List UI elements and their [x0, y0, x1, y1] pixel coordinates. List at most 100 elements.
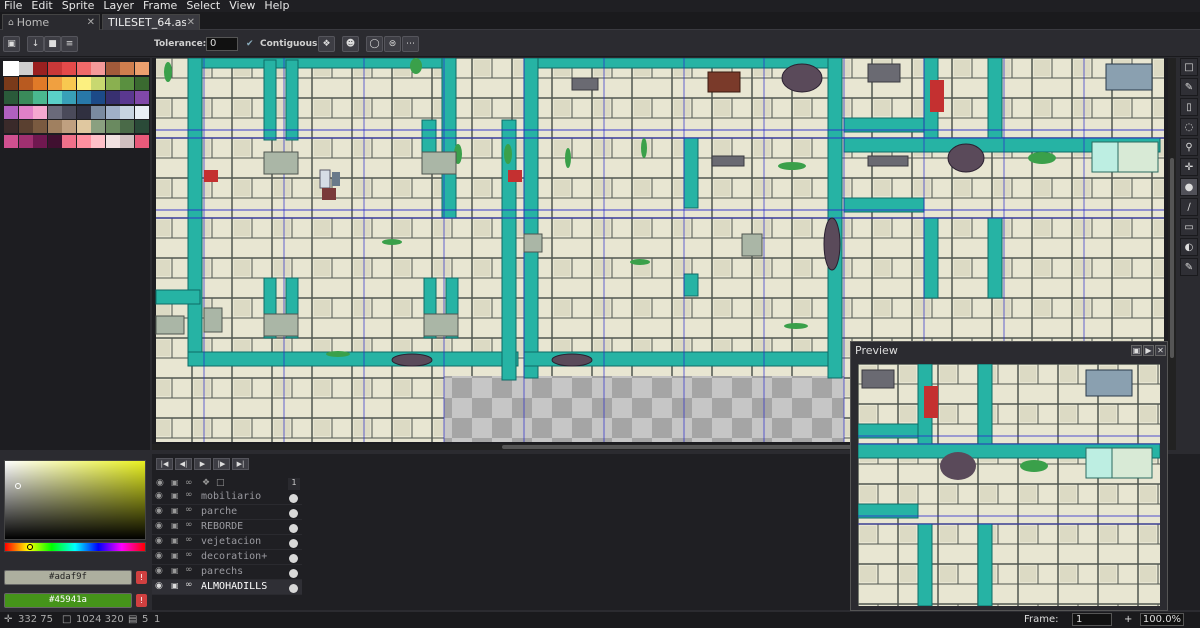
menu-frame[interactable]: Frame — [139, 0, 182, 12]
cel[interactable] — [289, 509, 298, 518]
layer-row[interactable]: ◉ ▣ ∞ decoration+ — [152, 550, 302, 565]
zoom-icon[interactable]: ⚲ — [1180, 138, 1198, 156]
palette-swatch[interactable] — [91, 62, 105, 75]
palette-swatch[interactable] — [134, 91, 149, 104]
next-frame-icon[interactable]: |▶ — [213, 458, 230, 470]
palette-swatch[interactable] — [4, 76, 18, 90]
palette-swatch[interactable] — [76, 120, 91, 133]
layer-row-active[interactable]: ◉ ▣ ∞ ALMOHADILLS — [152, 580, 302, 595]
palette-swatch[interactable] — [120, 120, 134, 133]
palette-swatch[interactable] — [62, 105, 76, 119]
pencil-icon[interactable]: ✎ — [1180, 78, 1198, 96]
menu-sprite[interactable]: Sprite — [58, 0, 100, 12]
palette-swatch[interactable] — [134, 62, 149, 75]
cel[interactable] — [289, 524, 298, 533]
link-icon[interactable]: ∞ — [185, 490, 193, 500]
frame-input[interactable]: 1 — [1072, 613, 1112, 626]
menu-icon[interactable]: ≡ — [61, 36, 78, 52]
eye-icon[interactable]: ◉ — [155, 536, 163, 546]
palette-swatch[interactable] — [33, 76, 47, 90]
cel[interactable] — [289, 569, 298, 578]
palette-swatch[interactable] — [4, 105, 18, 119]
rectangle-icon[interactable]: ▭ — [1180, 218, 1198, 236]
palette-swatch[interactable] — [134, 76, 149, 90]
palette-swatch[interactable] — [105, 120, 120, 133]
menu-select[interactable]: Select — [182, 0, 225, 12]
first-frame-icon[interactable]: |◀ — [156, 458, 173, 470]
paint-bucket-icon[interactable]: ● — [1180, 178, 1198, 196]
palette-swatch[interactable] — [33, 120, 47, 133]
menu-edit[interactable]: Edit — [27, 0, 57, 12]
palette-swatch[interactable] — [76, 76, 91, 90]
palette-swatch[interactable] — [33, 134, 47, 148]
lock-icon[interactable]: ▣ — [171, 566, 179, 575]
palette-swatch[interactable] — [62, 120, 76, 133]
frame-header[interactable]: 1 — [288, 478, 300, 490]
close-icon[interactable]: ✕ — [1155, 345, 1166, 356]
cel[interactable] — [289, 494, 298, 503]
eye-icon[interactable]: ◉ — [156, 478, 164, 488]
eye-icon[interactable]: ◉ — [155, 581, 163, 591]
close-icon[interactable]: ✕ — [87, 17, 95, 28]
lock-icon[interactable]: ▣ — [171, 506, 179, 515]
palette-swatch[interactable] — [4, 134, 18, 148]
mode-icon[interactable]: ▣ — [1131, 345, 1142, 356]
link-icon[interactable]: ∞ — [185, 520, 193, 530]
zoom-in-icon[interactable]: + — [1124, 614, 1132, 625]
color-spectrum[interactable] — [4, 460, 146, 540]
cel[interactable] — [289, 539, 298, 548]
eraser-icon[interactable]: ▯ — [1180, 98, 1198, 116]
palette-swatch[interactable] — [4, 91, 18, 104]
palette-swatch[interactable] — [18, 91, 33, 104]
palette-swatch[interactable] — [105, 62, 120, 75]
hue-slider[interactable] — [4, 542, 146, 552]
eye-icon[interactable]: ◉ — [155, 491, 163, 501]
palette-swatch[interactable] — [47, 105, 62, 119]
marquee-icon[interactable]: □ — [1180, 58, 1198, 76]
palette-swatch[interactable] — [47, 120, 62, 133]
palette-swatch[interactable] — [62, 134, 76, 148]
palette-swatch[interactable] — [18, 105, 33, 119]
prev-frame-icon[interactable]: ◀| — [175, 458, 192, 470]
tab-tileset[interactable]: TILESET_64.ase ✕ — [102, 14, 200, 30]
palette-swatch[interactable] — [18, 62, 33, 75]
layer-row[interactable]: ◉ ▣ ∞ mobiliario — [152, 490, 302, 505]
palette-swatch[interactable] — [105, 105, 120, 119]
palette-swatch[interactable] — [62, 62, 76, 75]
more-icon[interactable]: ⋯ — [402, 36, 419, 52]
layer-row[interactable]: ◉ ▣ ∞ parche — [152, 505, 302, 520]
last-frame-icon[interactable]: ▶| — [232, 458, 249, 470]
palette-swatch[interactable] — [120, 105, 134, 119]
palette-swatch[interactable] — [62, 91, 76, 104]
palette-swatch[interactable] — [91, 120, 105, 133]
palette-swatch[interactable] — [76, 105, 91, 119]
layer-row[interactable]: ◉ ▣ ∞ vejetacion — [152, 535, 302, 550]
link-icon[interactable]: ∞ — [185, 565, 193, 575]
layer-row[interactable]: ◉ ▣ ∞ REBORDE — [152, 520, 302, 535]
lock-icon[interactable]: ▣ — [171, 536, 179, 545]
link-icon[interactable]: ∞ — [185, 478, 193, 488]
warning-icon[interactable]: ! — [136, 594, 147, 607]
cel[interactable] — [289, 554, 298, 563]
palette-swatch[interactable] — [76, 91, 91, 104]
palette-swatch[interactable] — [120, 62, 134, 75]
arrow-down-icon[interactable]: ↓ — [27, 36, 44, 52]
lock-icon[interactable]: ▣ — [171, 491, 179, 500]
eye-icon[interactable]: ◉ — [155, 506, 163, 516]
palette-swatch[interactable] — [105, 91, 120, 104]
palette-swatch[interactable] — [33, 105, 47, 119]
palette-swatch[interactable] — [4, 120, 18, 133]
link-icon[interactable]: ∞ — [185, 550, 193, 560]
preview-window[interactable]: Preview ▣ ▶ ✕ — [850, 341, 1168, 611]
scroll-thumb[interactable] — [1170, 158, 1174, 358]
symmetry-icon[interactable]: ◯ — [366, 36, 383, 52]
lock-icon[interactable]: ▣ — [171, 581, 179, 590]
palette-swatch[interactable] — [134, 120, 149, 133]
palette-swatch[interactable] — [105, 134, 120, 148]
lock-icon[interactable]: ▣ — [171, 521, 179, 530]
warning-icon[interactable]: ! — [136, 571, 147, 584]
close-icon[interactable]: ✕ — [187, 17, 195, 28]
symmetry-h-icon[interactable]: ⊜ — [384, 36, 401, 52]
menu-layer[interactable]: Layer — [99, 0, 139, 12]
palette-swatch[interactable] — [120, 91, 134, 104]
